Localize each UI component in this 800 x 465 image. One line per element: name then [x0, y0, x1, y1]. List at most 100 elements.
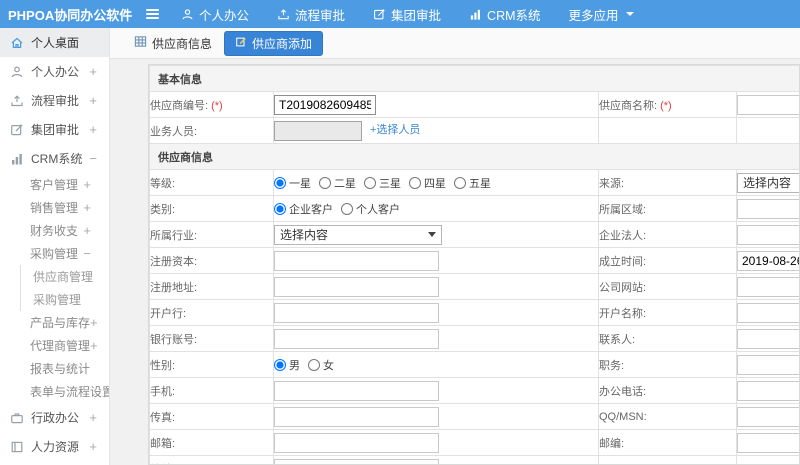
sidebar-item-label: 表单与流程设置 [30, 385, 110, 399]
upload-icon [10, 94, 24, 108]
field-label: 性别: [150, 359, 176, 372]
add-supplier-icon [235, 36, 247, 51]
table-icon [134, 35, 147, 51]
sidebar-item-hr[interactable]: 人力资源 + [0, 432, 109, 461]
sidebar-item-finance[interactable]: 财务收支 + [0, 219, 109, 242]
sidebar-item-crm-system[interactable]: CRM系统 − [0, 144, 109, 173]
source-select[interactable]: 选择内容 [737, 172, 799, 193]
tab-supplier-info[interactable]: 供应商信息 [134, 35, 212, 52]
contact-input[interactable] [737, 328, 799, 349]
sidebar-item-purchase-mgmt[interactable]: 采购管理 − [0, 242, 109, 265]
sidebar-item-customer-mgmt[interactable]: 客户管理 + [0, 173, 109, 196]
radio-option-category-0[interactable]: 企业客户 [274, 202, 333, 216]
sidebar-item-supplier-mgmt[interactable]: 供应商管理 [21, 265, 109, 288]
edit-icon [10, 123, 24, 137]
sidebar-item-document-mgmt[interactable]: 公文管理 + [0, 461, 109, 465]
radio-option-category-1[interactable]: 个人客户 [341, 202, 400, 216]
expand-toggle[interactable]: + [83, 178, 91, 191]
form-row-level: 等级: 一星 二星 三星 四星 五星 来源: 选择内容 [149, 169, 799, 196]
topnav-personal-office[interactable]: 个人办公 [181, 5, 249, 24]
sidebar-item-product-inventory[interactable]: 产品与库存 + [0, 311, 109, 334]
hamburger-icon[interactable] [146, 9, 159, 19]
level-radio-group: 一星 二星 三星 四星 五星 [274, 176, 500, 190]
industry-select[interactable]: 选择内容 [274, 224, 442, 245]
sidebar-item-form-flow-settings[interactable]: 表单与流程设置 + [0, 380, 109, 403]
expand-toggle[interactable]: + [83, 224, 91, 237]
qq-msn-input[interactable] [737, 406, 799, 427]
staff-input[interactable] [274, 120, 362, 141]
radio-option-gender-1[interactable]: 女 [308, 358, 334, 372]
sidebar-item-label: 个人办公 [31, 65, 80, 79]
topnav-crm-system[interactable]: CRM系统 [469, 5, 541, 24]
sidebar-item-label: 集团审批 [31, 123, 80, 137]
sidebar-item-label: 财务收支 [30, 224, 79, 238]
purchase-submenu: 供应商管理 采购管理 [20, 265, 109, 311]
email-input[interactable] [274, 432, 439, 453]
sidebar-item-group-approval[interactable]: 集团审批 + [0, 115, 109, 144]
form-row-gender: 性别: 男女 职务: [149, 351, 799, 378]
topnav-more-apps[interactable]: 更多应用 [569, 5, 634, 24]
radio-option-level-0[interactable]: 一星 [274, 176, 311, 190]
sidebar-item-reports-stats[interactable]: 报表与统计 [0, 357, 109, 380]
supplier-name-input[interactable] [737, 94, 799, 115]
bank-account-input[interactable] [274, 328, 439, 349]
legal-person-input[interactable] [737, 224, 799, 245]
bank-input[interactable] [274, 302, 439, 323]
expand-toggle[interactable]: + [83, 201, 91, 214]
region-input[interactable] [737, 198, 799, 219]
field-label: 办公电话: [599, 385, 647, 398]
zip-input[interactable] [737, 432, 799, 453]
expand-toggle[interactable]: + [89, 123, 97, 136]
expand-toggle[interactable]: + [89, 411, 97, 424]
field-label: 职务: [599, 359, 625, 372]
expand-toggle[interactable]: + [89, 65, 97, 78]
expand-toggle[interactable]: + [89, 440, 97, 453]
collapse-toggle[interactable]: − [89, 152, 97, 165]
choose-staff-link[interactable]: +选择人员 [370, 124, 420, 136]
field-label: 银行账号: [150, 333, 198, 346]
expand-toggle[interactable]: + [90, 316, 98, 329]
gender-radio-group: 男女 [274, 358, 343, 372]
supplier-no-input[interactable] [274, 94, 376, 115]
chart-icon [469, 8, 482, 21]
sidebar-item-personal-office[interactable]: 个人办公 + [0, 57, 109, 86]
topnav-group-approval[interactable]: 集团审批 [373, 5, 441, 24]
field-label: 等级: [150, 177, 176, 190]
sidebar-item-personal-desktop[interactable]: 个人桌面 [0, 28, 109, 57]
radio-option-level-1[interactable]: 二星 [319, 176, 356, 190]
topnav-workflow-approval[interactable]: 流程审批 [277, 5, 345, 24]
address-input[interactable] [274, 458, 439, 464]
radio-option-level-3[interactable]: 四星 [409, 176, 446, 190]
founded-date-input[interactable] [737, 250, 799, 271]
position-input[interactable] [737, 354, 799, 375]
radio-option-level-4[interactable]: 五星 [454, 176, 491, 190]
website-input[interactable] [737, 276, 799, 297]
radio-option-gender-0[interactable]: 男 [274, 358, 300, 372]
office-phone-input[interactable] [737, 380, 799, 401]
tab-supplier-add[interactable]: 供应商添加 [224, 30, 324, 56]
sidebar-item-workflow-approval[interactable]: 流程审批 + [0, 86, 109, 115]
fax-input[interactable] [274, 406, 439, 427]
radio-option-level-2[interactable]: 三星 [364, 176, 401, 190]
expand-toggle[interactable]: + [90, 339, 98, 352]
form-row-address: 地址: [149, 455, 799, 464]
sidebar-item-label: 供应商管理 [33, 270, 94, 284]
chart-icon [10, 152, 24, 166]
sidebar-item-sales-mgmt[interactable]: 销售管理 + [0, 196, 109, 219]
form-row-supplier-no: 供应商编号:(*) 供应商名称:(*) [149, 91, 799, 118]
field-label: 邮编: [599, 437, 625, 450]
field-label: 开户行: [150, 307, 187, 320]
field-label: 注册地址: [150, 281, 198, 294]
collapse-toggle[interactable]: − [83, 247, 91, 260]
sidebar-item-purchasing[interactable]: 采购管理 [21, 288, 109, 311]
reg-address-input[interactable] [274, 276, 439, 297]
account-name-input[interactable] [737, 302, 799, 323]
expand-toggle[interactable]: + [89, 94, 97, 107]
reg-capital-input[interactable] [274, 250, 439, 271]
briefcase-icon [10, 411, 24, 425]
mobile-input[interactable] [274, 380, 439, 401]
tab-strip: 供应商信息 供应商添加 [110, 28, 800, 59]
sidebar-item-admin-office[interactable]: 行政办公 + [0, 403, 109, 432]
field-label: 供应商名称: [599, 99, 658, 112]
sidebar-item-agent-mgmt[interactable]: 代理商管理 + [0, 334, 109, 357]
